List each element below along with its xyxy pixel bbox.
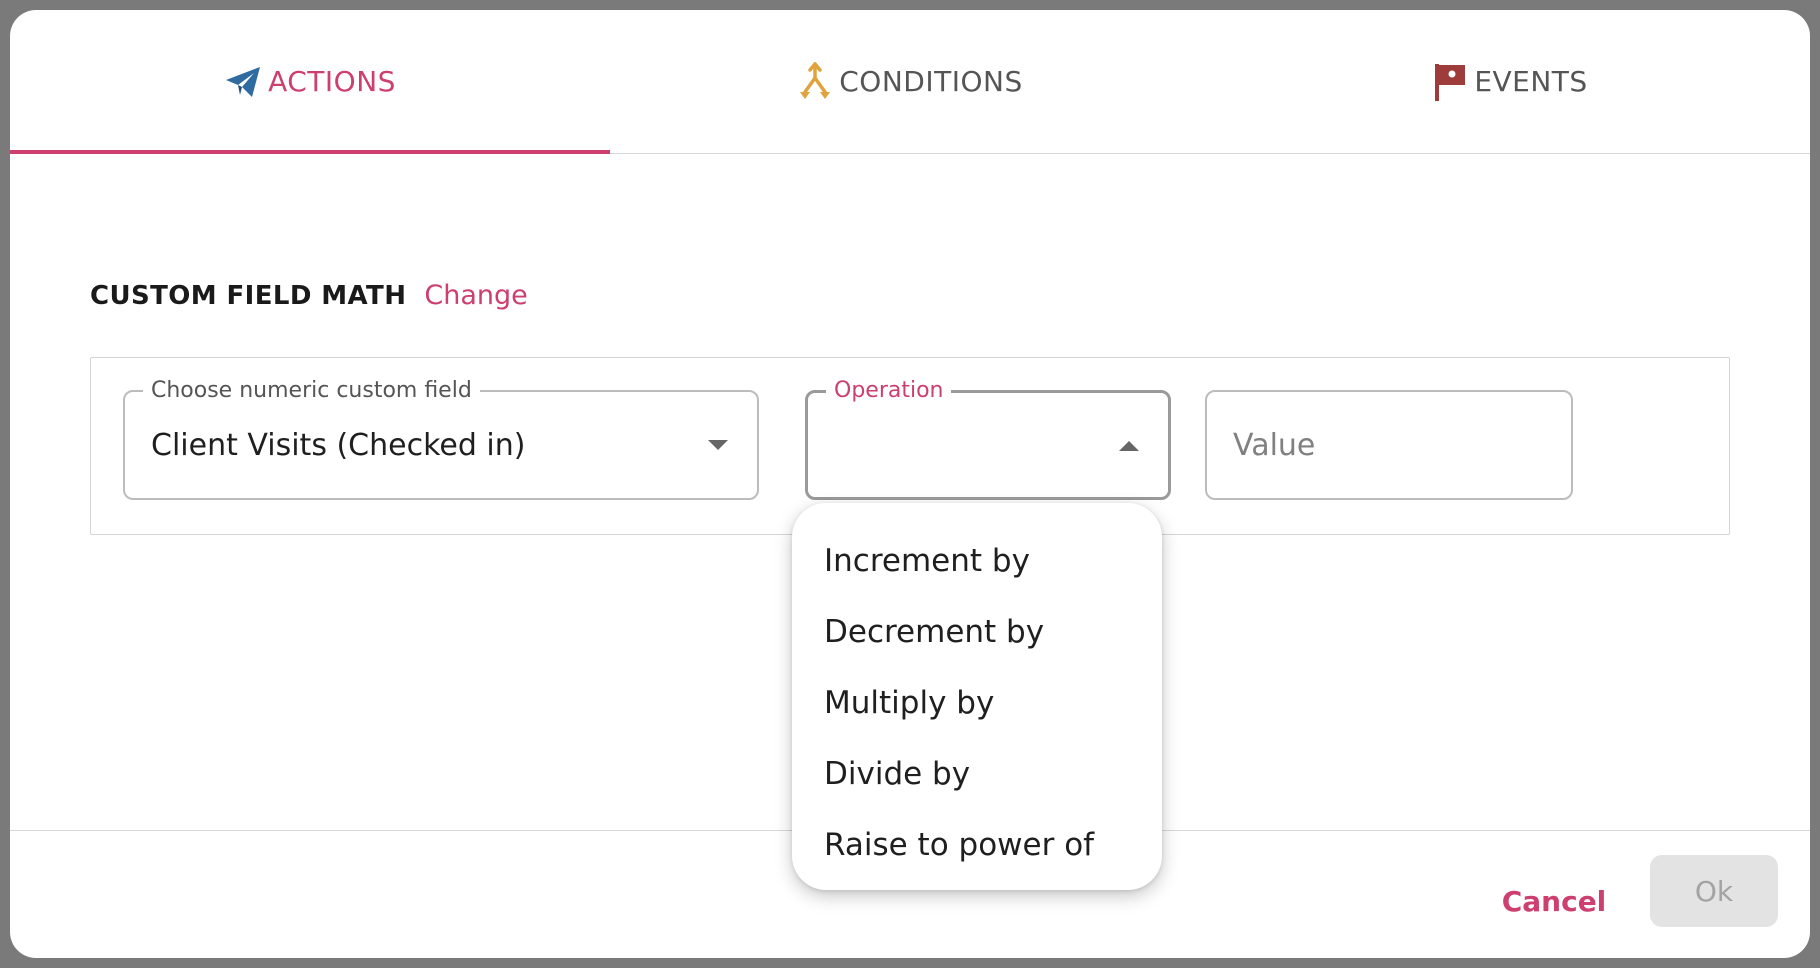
tab-conditions[interactable]: CONDITIONS <box>610 10 1210 153</box>
split-arrows-icon <box>797 61 833 102</box>
chevron-up-icon <box>1118 437 1140 456</box>
change-link[interactable]: Change <box>424 280 527 311</box>
flag-icon <box>1432 61 1468 103</box>
operation-dropdown-menu: Increment by Decrement by Multiply by Di… <box>792 503 1162 890</box>
tab-actions-label: ACTIONS <box>268 65 396 98</box>
menu-item-decrement[interactable]: Decrement by <box>792 596 1162 667</box>
operation-select[interactable]: Operation <box>805 378 1171 500</box>
tab-actions[interactable]: ACTIONS <box>10 10 610 154</box>
tab-events-label: EVENTS <box>1474 65 1588 98</box>
tab-events[interactable]: EVENTS <box>1210 10 1810 153</box>
value-field[interactable] <box>1205 390 1573 500</box>
value-input[interactable] <box>1207 392 1571 498</box>
menu-item-divide[interactable]: Divide by <box>792 738 1162 809</box>
chevron-down-icon <box>707 436 729 455</box>
menu-item-increment[interactable]: Increment by <box>792 525 1162 596</box>
cancel-button[interactable]: Cancel <box>1484 865 1624 937</box>
tab-bar: ACTIONS CONDITIONS EVENTS <box>10 10 1810 154</box>
ok-button[interactable]: Ok <box>1650 855 1778 927</box>
menu-item-power[interactable]: Raise to power of <box>792 809 1162 880</box>
custom-field-select[interactable]: Choose numeric custom field Client Visit… <box>123 378 759 500</box>
tab-conditions-label: CONDITIONS <box>839 65 1023 98</box>
paper-plane-icon <box>224 65 262 99</box>
operation-select-label: Operation <box>826 378 952 404</box>
section-header: CUSTOM FIELD MATH Change <box>90 280 528 311</box>
custom-field-select-value: Client Visits (Checked in) <box>151 427 526 463</box>
section-title: CUSTOM FIELD MATH <box>90 281 407 311</box>
menu-item-multiply[interactable]: Multiply by <box>792 667 1162 738</box>
